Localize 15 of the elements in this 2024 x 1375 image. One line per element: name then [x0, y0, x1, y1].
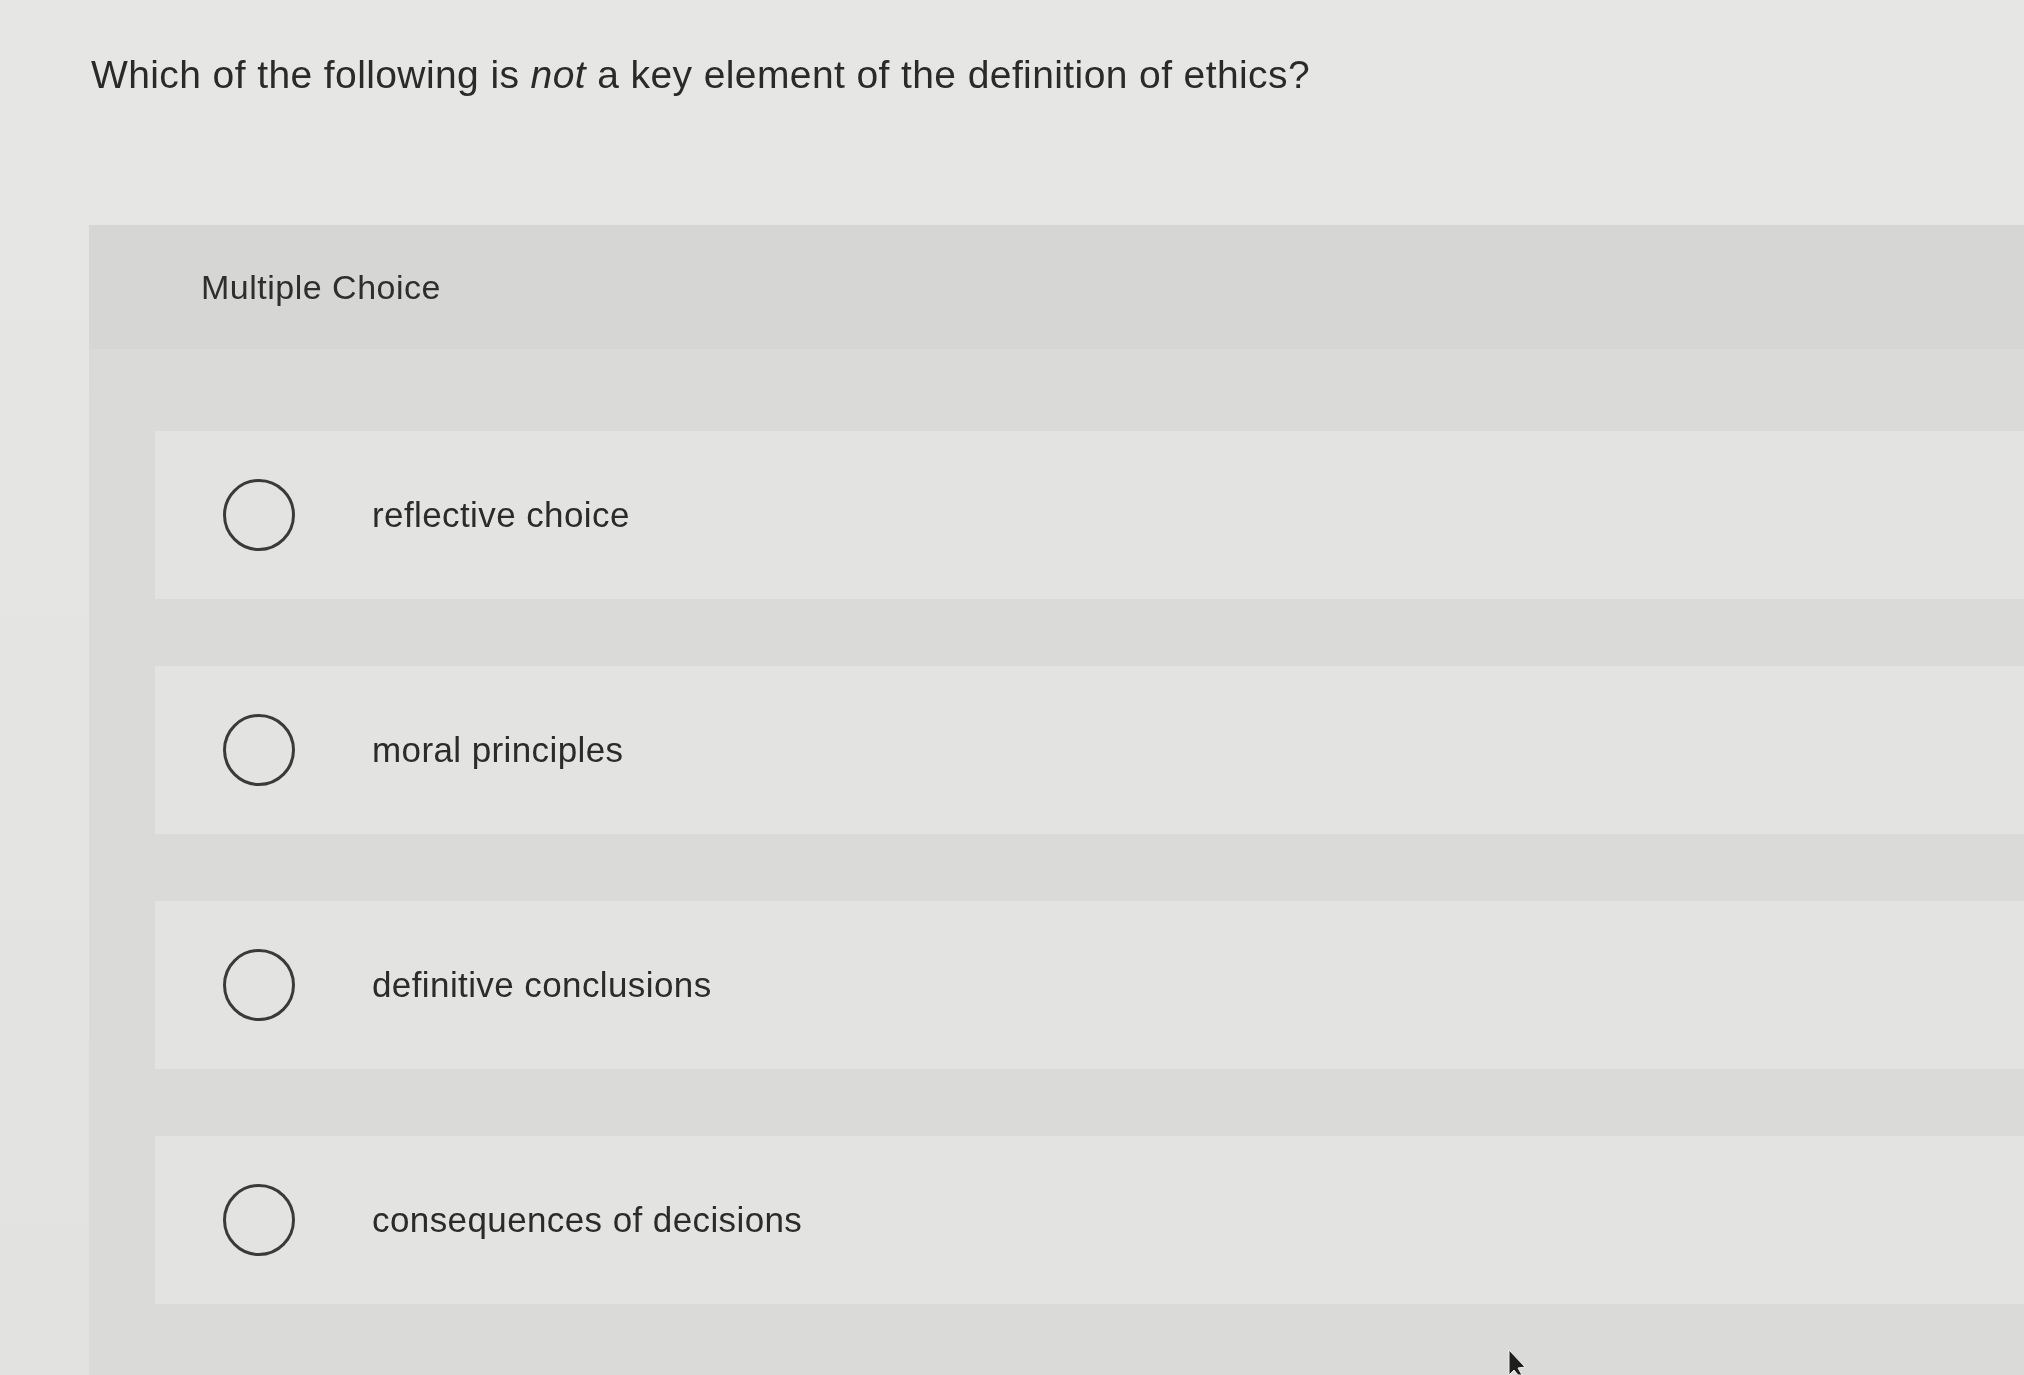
radio-button[interactable] — [223, 479, 295, 551]
answer-option[interactable]: consequences of decisions — [155, 1136, 2024, 1304]
answer-option[interactable]: definitive conclusions — [155, 901, 2024, 1069]
question-type-label: Multiple Choice — [201, 267, 441, 307]
option-label: consequences of decisions — [372, 1200, 803, 1240]
option-label: reflective choice — [372, 495, 630, 535]
option-label: moral principles — [372, 730, 624, 770]
mouse-pointer-icon — [1508, 1349, 1526, 1375]
radio-button[interactable] — [223, 714, 295, 786]
answer-option[interactable]: reflective choice — [155, 431, 2024, 599]
question-text: Which of the following is not a key element of the definition of ethics? — [91, 52, 1311, 98]
radio-button[interactable] — [223, 1184, 295, 1256]
answer-option[interactable]: moral principles — [155, 666, 2024, 834]
option-label: definitive conclusions — [372, 965, 712, 1005]
radio-button[interactable] — [223, 949, 295, 1021]
